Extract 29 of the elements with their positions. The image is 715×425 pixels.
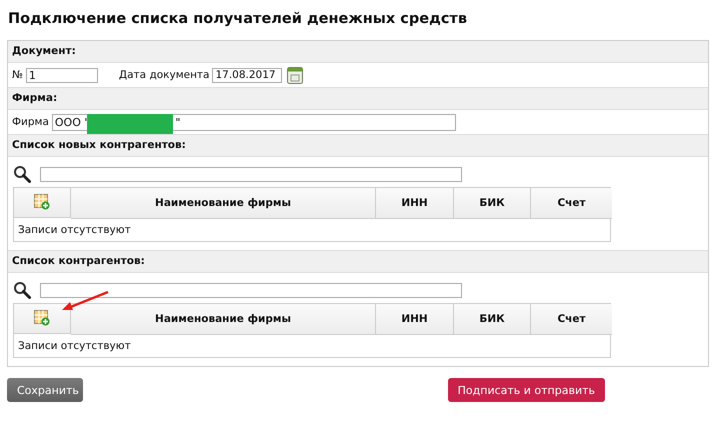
add-row-icon[interactable]	[34, 310, 50, 326]
search-icon[interactable]	[13, 165, 31, 183]
field-label: Фирма	[12, 116, 49, 128]
section-header: Список новых контрагентов:	[8, 135, 708, 157]
number-field[interactable]: 1	[26, 68, 98, 82]
column-header: ИНН	[376, 188, 454, 219]
field-label: №	[12, 69, 23, 81]
action-button[interactable]: Сохранить	[7, 378, 83, 402]
column-header: Счет	[531, 188, 612, 219]
column-header: Счет	[531, 304, 612, 335]
add-row-icon[interactable]	[34, 194, 50, 210]
calendar-icon[interactable]	[287, 66, 304, 84]
section-header: Документ:	[8, 41, 708, 63]
empty-message: Записи отсутствуют	[17, 339, 132, 354]
search-field[interactable]	[40, 282, 462, 298]
column-header: ИНН	[376, 304, 454, 335]
search-icon[interactable]	[13, 281, 31, 299]
search-field[interactable]	[40, 166, 462, 182]
column-header: БИК	[454, 188, 531, 219]
section-header: Фирма:	[8, 88, 708, 110]
column-header: БИК	[454, 304, 531, 335]
section-header: Список контрагентов:	[8, 251, 708, 273]
column-header: Наименование фирмы	[71, 304, 376, 335]
date-field[interactable]: 17.08.2017	[212, 68, 282, 82]
field-label: Дата документа	[118, 69, 210, 81]
action-button[interactable]: Подписать и отправить	[448, 378, 605, 402]
empty-message: Записи отсутствуют	[17, 223, 132, 238]
page-title: Подключение списка получателей денежных средств	[8, 10, 468, 29]
column-header: Наименование фирмы	[71, 188, 376, 219]
